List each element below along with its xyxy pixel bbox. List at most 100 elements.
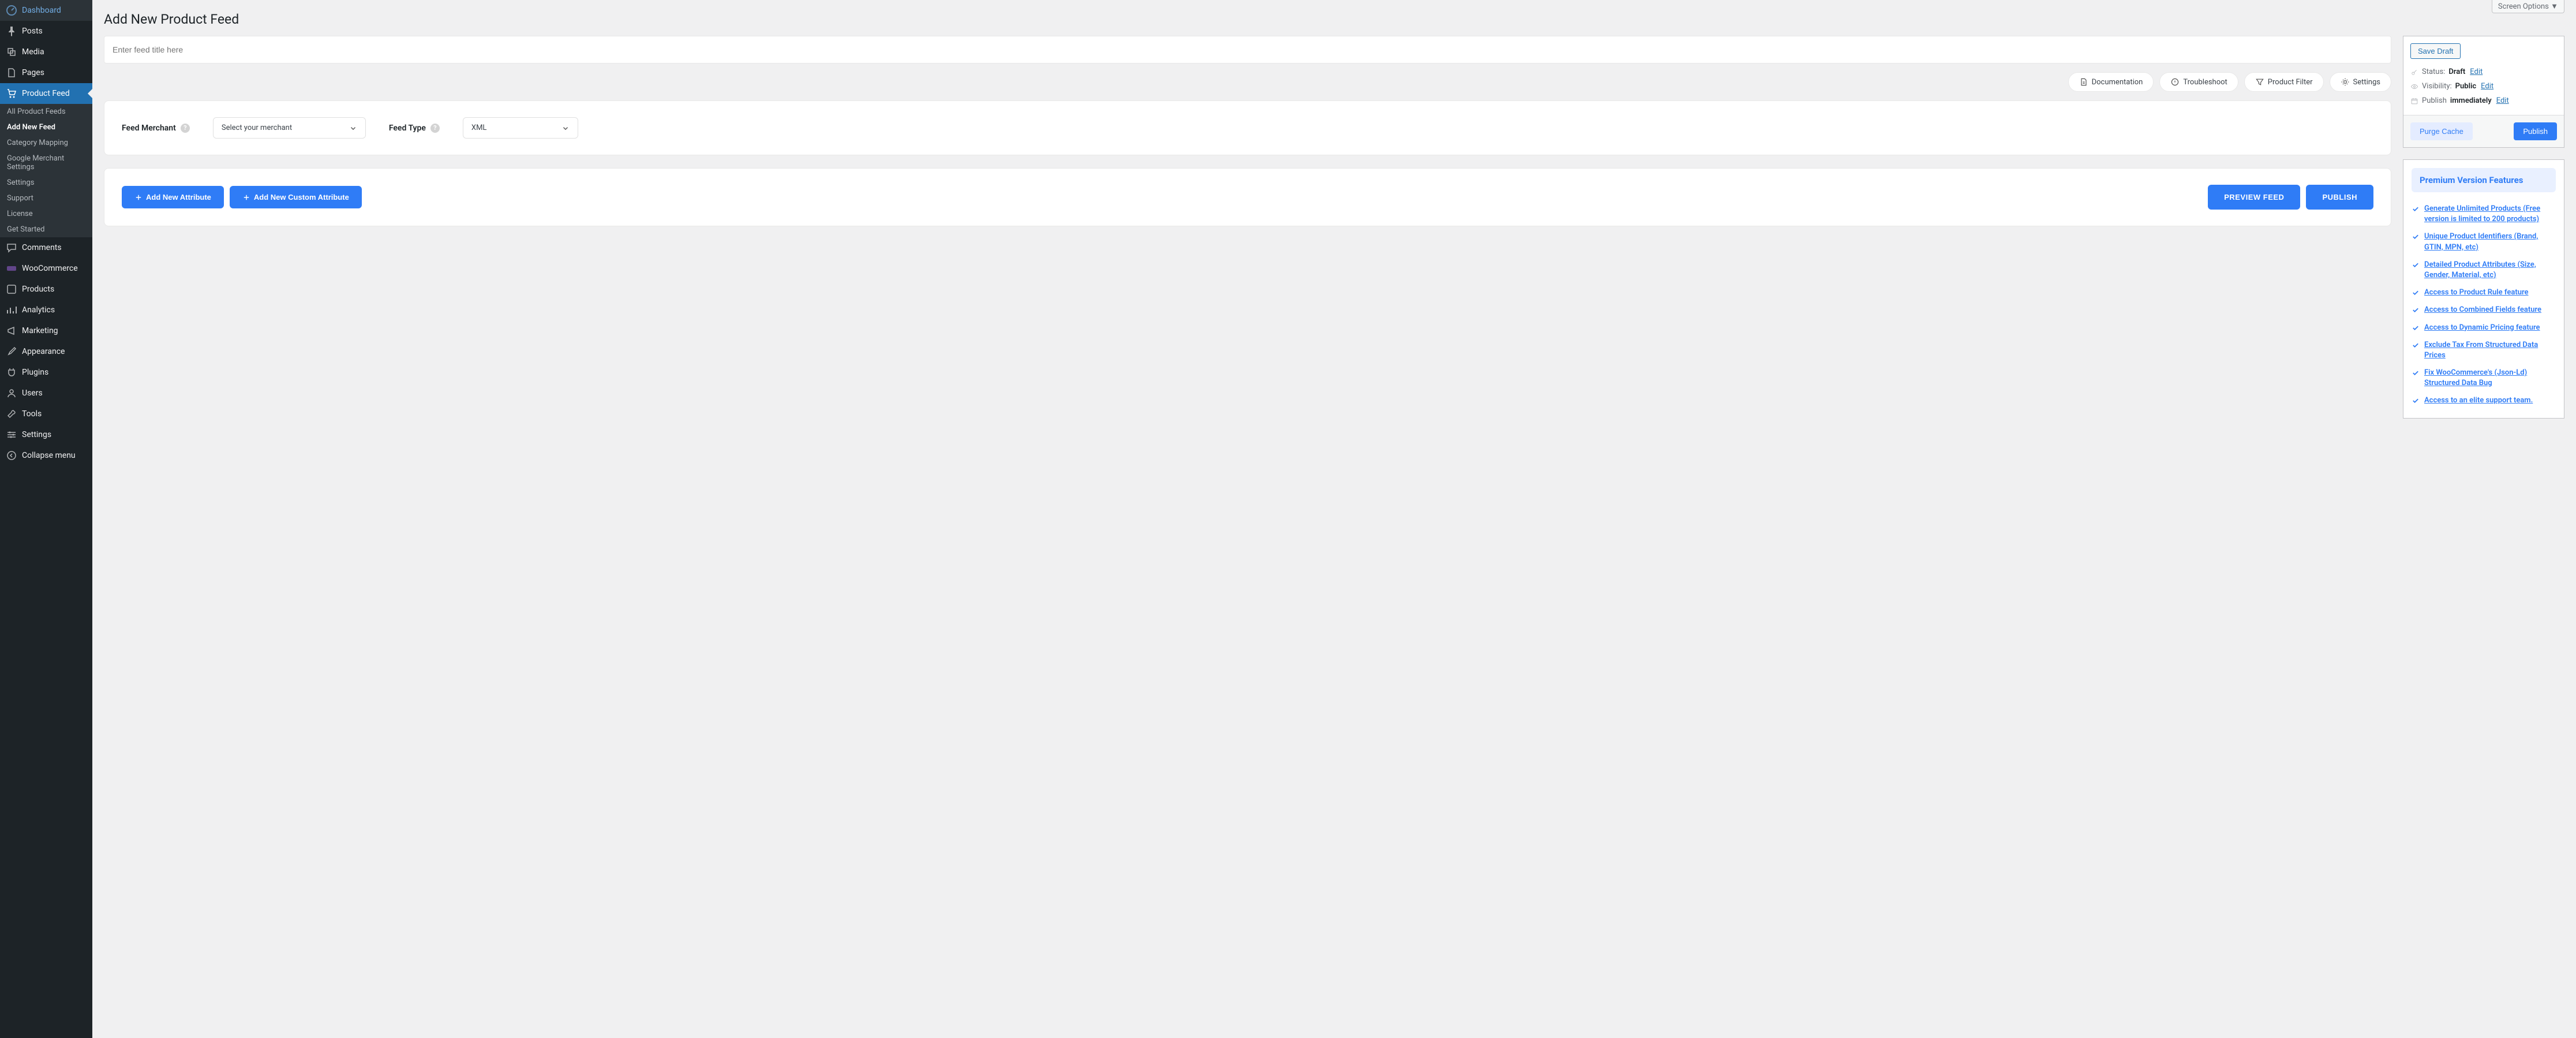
check-icon	[2412, 369, 2420, 377]
publish-button[interactable]: Publish	[2514, 122, 2557, 140]
sidebar-label: Marketing	[22, 326, 58, 335]
help-icon[interactable]: ?	[430, 124, 440, 133]
sidebar-item-collapse[interactable]: Collapse menu	[0, 445, 92, 466]
premium-feature-link[interactable]: Access to an elite support team.	[2424, 395, 2533, 406]
help-icon[interactable]: ?	[181, 124, 190, 133]
sidebar-item-pages[interactable]: Pages	[0, 62, 92, 83]
sidebar-label: Users	[22, 389, 43, 398]
premium-features-box: Premium Version Features Generate Unlimi…	[2403, 159, 2564, 419]
sidebar-item-product-feed[interactable]: Product Feed	[0, 83, 92, 104]
chevron-down-icon	[561, 124, 570, 132]
add-attribute-button[interactable]: Add New Attribute	[122, 186, 224, 208]
sidebar-label: Pages	[22, 68, 44, 77]
purge-cache-button[interactable]: Purge Cache	[2410, 122, 2473, 140]
submenu-google-merchant[interactable]: Google Merchant Settings	[0, 151, 92, 175]
sidebar-item-plugins[interactable]: Plugins	[0, 362, 92, 383]
premium-feature-link[interactable]: Generate Unlimited Products (Free versio…	[2424, 204, 2556, 225]
premium-feature-link[interactable]: Access to Product Rule feature	[2424, 287, 2529, 298]
submenu-support[interactable]: Support	[0, 191, 92, 206]
type-select[interactable]: XML	[463, 117, 578, 139]
publish-meta-box: Save Draft Status: Draft Edit Visibility…	[2403, 36, 2564, 148]
type-label: Feed Type	[389, 124, 426, 133]
premium-feature-link[interactable]: Access to Dynamic Pricing feature	[2424, 323, 2540, 333]
sidebar-item-users[interactable]: Users	[0, 383, 92, 404]
premium-feature-item: Generate Unlimited Products (Free versio…	[2412, 200, 2556, 228]
sliders-icon	[6, 429, 17, 440]
sidebar-label: Analytics	[22, 305, 55, 315]
plus-icon	[134, 193, 143, 201]
screen-options-toggle[interactable]: Screen Options ▼	[2492, 0, 2564, 13]
sidebar-label: Plugins	[22, 368, 48, 377]
submenu-license[interactable]: License	[0, 206, 92, 222]
sidebar-label: Settings	[22, 430, 51, 439]
troubleshoot-button[interactable]: Troubleshoot	[2159, 72, 2238, 92]
calendar-icon	[2410, 97, 2418, 105]
premium-feature-link[interactable]: Access to Combined Fields feature	[2424, 305, 2541, 315]
schedule-line: Publish immediately Edit	[2410, 94, 2557, 108]
premium-title: Premium Version Features	[2412, 168, 2556, 192]
check-icon	[2412, 289, 2420, 297]
edit-schedule-link[interactable]: Edit	[2496, 96, 2509, 105]
premium-feature-item: Fix WooCommerce's (Json-Ld) Structured D…	[2412, 364, 2556, 392]
preview-feed-button[interactable]: PREVIEW FEED	[2208, 185, 2300, 210]
edit-visibility-link[interactable]: Edit	[2481, 82, 2493, 91]
merchant-select[interactable]: Select your merchant	[213, 117, 366, 139]
premium-feature-link[interactable]: Detailed Product Attributes (Size, Gende…	[2424, 260, 2556, 281]
submenu-settings[interactable]: Settings	[0, 175, 92, 191]
settings-button[interactable]: Settings	[2330, 72, 2391, 92]
check-icon	[2412, 261, 2420, 269]
sidebar-item-marketing[interactable]: Marketing	[0, 320, 92, 341]
sidebar-label: WooCommerce	[22, 264, 78, 273]
page-title: Add New Product Feed	[104, 12, 2564, 27]
gear-icon	[2341, 77, 2350, 87]
submenu-category-mapping[interactable]: Category Mapping	[0, 135, 92, 151]
comment-icon	[6, 242, 17, 253]
premium-feature-link[interactable]: Exclude Tax From Structured Data Prices	[2424, 340, 2556, 361]
sidebar-item-appearance[interactable]: Appearance	[0, 341, 92, 362]
sidebar-item-woocommerce[interactable]: WooCommerce	[0, 258, 92, 279]
feed-title-input[interactable]	[104, 36, 2391, 64]
edit-status-link[interactable]: Edit	[2470, 68, 2483, 76]
premium-feature-item: Access to Product Rule feature	[2412, 284, 2556, 301]
user-icon	[6, 387, 17, 399]
premium-feature-item: Access to Dynamic Pricing feature	[2412, 319, 2556, 337]
premium-feature-item: Exclude Tax From Structured Data Prices	[2412, 337, 2556, 364]
submenu-add-new[interactable]: Add New Feed	[0, 120, 92, 135]
page-icon	[6, 67, 17, 79]
premium-feature-link[interactable]: Unique Product Identifiers (Brand, GTIN,…	[2424, 232, 2556, 252]
sidebar-item-products[interactable]: Products	[0, 279, 92, 300]
submenu-get-started[interactable]: Get Started	[0, 222, 92, 237]
premium-feature-link[interactable]: Fix WooCommerce's (Json-Ld) Structured D…	[2424, 368, 2556, 389]
plug-icon	[6, 367, 17, 378]
publish-feed-button[interactable]: PUBLISH	[2306, 185, 2373, 210]
premium-feature-item: Unique Product Identifiers (Brand, GTIN,…	[2412, 228, 2556, 256]
add-custom-attribute-button[interactable]: Add New Custom Attribute	[230, 186, 362, 208]
sidebar-item-tools[interactable]: Tools	[0, 404, 92, 424]
woo-icon	[6, 263, 17, 274]
sidebar-item-comments[interactable]: Comments	[0, 237, 92, 258]
sidebar-label: Product Feed	[22, 89, 70, 98]
sidebar-item-dashboard[interactable]: Dashboard	[0, 0, 92, 21]
product-filter-button[interactable]: Product Filter	[2244, 72, 2324, 92]
sidebar-label: Tools	[22, 409, 42, 419]
chevron-down-icon: ▼	[2551, 2, 2558, 11]
feed-config-card: Feed Merchant ? Select your merchant Fee…	[104, 100, 2391, 155]
sidebar-item-posts[interactable]: Posts	[0, 21, 92, 42]
sidebar-label: Media	[22, 47, 44, 57]
submenu-all-feeds[interactable]: All Product Feeds	[0, 104, 92, 120]
status-line: Status: Draft Edit	[2410, 65, 2557, 79]
collapse-icon	[6, 450, 17, 461]
product-feed-submenu: All Product Feeds Add New Feed Category …	[0, 104, 92, 237]
sidebar-label: Collapse menu	[22, 451, 76, 460]
dashboard-icon	[6, 5, 17, 16]
sidebar-label: Dashboard	[22, 6, 61, 15]
sidebar-item-media[interactable]: Media	[0, 42, 92, 62]
cart-icon	[6, 88, 17, 99]
check-icon	[2412, 341, 2420, 349]
sidebar-item-analytics[interactable]: Analytics	[0, 300, 92, 320]
sidebar-item-settings[interactable]: Settings	[0, 424, 92, 445]
save-draft-button[interactable]: Save Draft	[2410, 43, 2461, 59]
check-icon	[2412, 233, 2420, 241]
check-icon	[2412, 397, 2420, 405]
documentation-button[interactable]: Documentation	[2068, 72, 2154, 92]
